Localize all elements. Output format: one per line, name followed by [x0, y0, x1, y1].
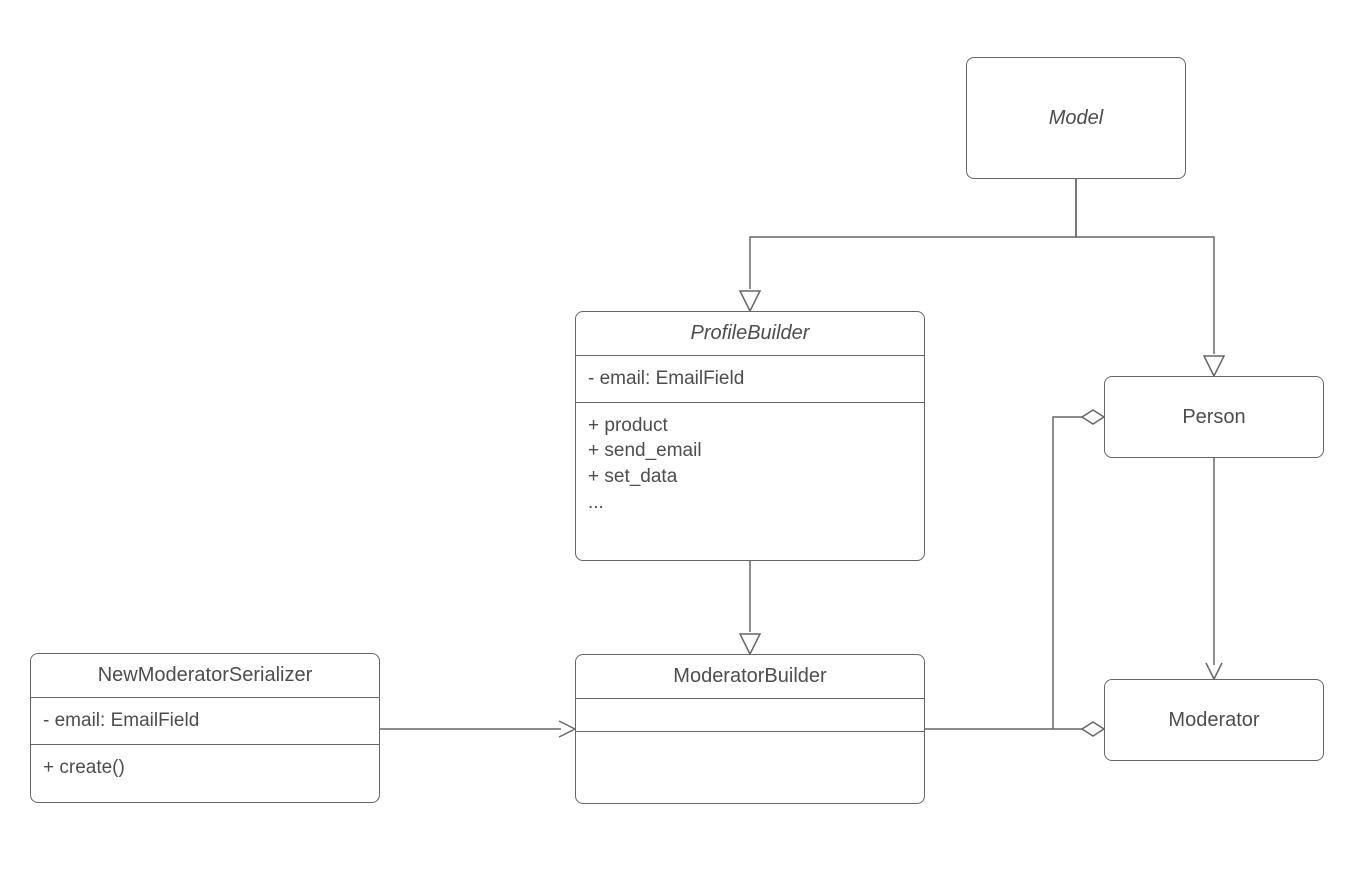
- edge-profilebuilder-extends-model: [740, 179, 1076, 311]
- class-moderatorbuilder: ModeratorBuilder: [575, 654, 925, 804]
- class-profilebuilder: ProfileBuilder - email: EmailField + pro…: [575, 311, 925, 561]
- diagram-canvas: Model ProfileBuilder - email: EmailField…: [0, 0, 1364, 878]
- edge-moderatorbuilder-extends-profilebuilder: [740, 561, 760, 654]
- class-model: Model: [966, 57, 1186, 179]
- attribute-row: - email: EmailField: [43, 708, 367, 734]
- class-newmoderatorserializer-attributes: - email: EmailField: [31, 698, 379, 744]
- operation-row: + set_data: [588, 464, 912, 490]
- class-newmoderatorserializer-name: NewModeratorSerializer: [31, 654, 379, 697]
- class-person: Person: [1104, 376, 1324, 458]
- class-person-name: Person: [1182, 406, 1245, 429]
- operation-row: + create(): [43, 755, 367, 781]
- operation-row: + product: [588, 413, 912, 439]
- operation-row: ...: [588, 490, 912, 516]
- class-newmoderatorserializer: NewModeratorSerializer - email: EmailFie…: [30, 653, 380, 803]
- edge-person-extends-model: [1076, 179, 1224, 376]
- class-newmoderatorserializer-operations: + create(): [31, 745, 379, 791]
- class-moderator-name: Moderator: [1168, 709, 1259, 732]
- class-moderatorbuilder-operations: [576, 732, 924, 764]
- class-moderator: Moderator: [1104, 679, 1324, 761]
- class-moderatorbuilder-name: ModeratorBuilder: [576, 655, 924, 698]
- class-moderatorbuilder-attributes: [576, 699, 924, 731]
- operation-row: + send_email: [588, 438, 912, 464]
- class-profilebuilder-name: ProfileBuilder: [576, 312, 924, 355]
- attribute-row: - email: EmailField: [588, 366, 912, 392]
- class-profilebuilder-attributes: - email: EmailField: [576, 356, 924, 402]
- edge-moderatorbuilder-aggregates-moderator: [1053, 722, 1104, 736]
- edge-serializer-to-moderatorbuilder: [380, 721, 575, 737]
- edge-person-to-moderator: [1206, 458, 1222, 679]
- class-model-name: Model: [1049, 107, 1103, 130]
- class-profilebuilder-operations: + product + send_email + set_data ...: [576, 403, 924, 526]
- edge-moderatorbuilder-aggregates-person: [925, 410, 1104, 729]
